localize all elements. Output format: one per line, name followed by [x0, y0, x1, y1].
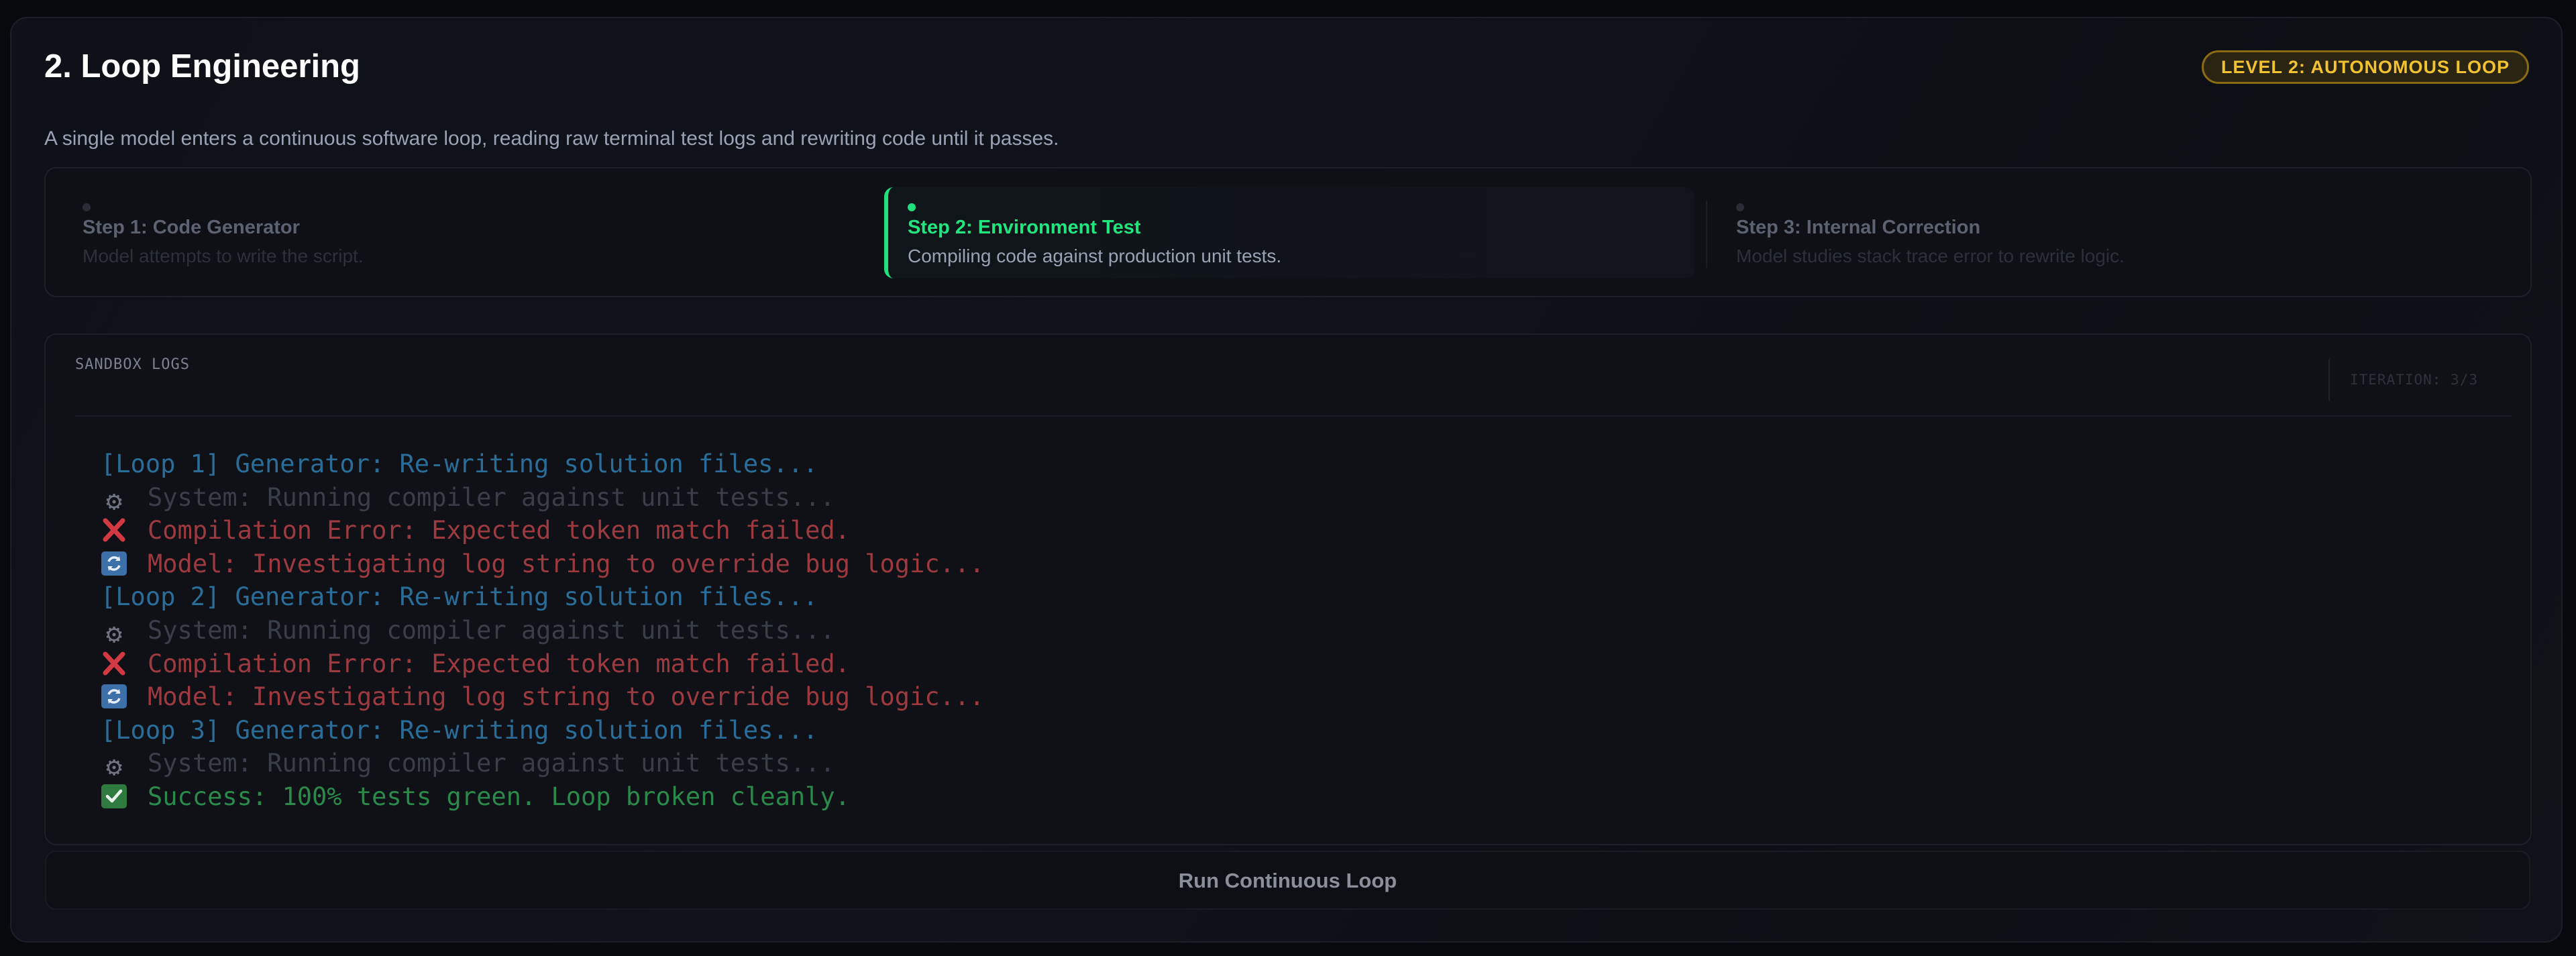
level-badge: LEVEL 2: AUTONOMOUS LOOP — [2201, 50, 2529, 84]
logs-divider — [75, 415, 2512, 417]
step-status-dot — [83, 203, 91, 211]
log-line: ⚙ System: Running compiler against unit t… — [101, 481, 984, 515]
check-icon — [101, 784, 127, 809]
cross-icon — [101, 651, 127, 676]
page-title: 2. Loop Engineering — [44, 48, 360, 85]
log-line: Model: Investigating log string to overr… — [101, 547, 984, 581]
log-line: ⚙ System: Running compiler against unit t… — [101, 747, 984, 780]
step-label: Step 1: Code Generator — [83, 217, 300, 238]
page-subtitle: A single model enters a continuous softw… — [44, 127, 1059, 150]
iteration-counter: ITERATION: 3/3 — [2328, 358, 2498, 402]
step-status-dot — [908, 203, 916, 211]
step-internal-correction[interactable]: Step 3: Internal Correction Model studie… — [1713, 187, 2523, 278]
sandbox-logs-panel: SANDBOX LOGS ITERATION: 3/3 [Loop 1] Gen… — [44, 333, 2532, 845]
gear-icon: ⚙ — [105, 485, 123, 517]
log-line: Model: Investigating log string to overr… — [101, 680, 984, 714]
step-code-generator[interactable]: Step 1: Code Generator Model attempts to… — [59, 187, 869, 278]
step-description: Model studies stack trace error to rewri… — [1736, 246, 2125, 266]
step-label: Step 2: Environment Test — [908, 217, 1141, 238]
log-list: [Loop 1] Generator: Re-writing solution … — [101, 447, 984, 814]
log-line: [Loop 1] Generator: Re-writing solution … — [101, 449, 818, 478]
step-environment-test[interactable]: Step 2: Environment Test Compiling code … — [884, 187, 1695, 278]
step-divider — [1706, 201, 1707, 268]
cross-icon — [101, 517, 127, 543]
log-line: Success: 100% tests green. Loop broken c… — [101, 780, 984, 814]
gear-icon: ⚙ — [105, 618, 123, 649]
step-label: Step 3: Internal Correction — [1736, 217, 1981, 238]
refresh-icon — [101, 551, 127, 576]
log-line: ⚙ System: Running compiler against unit t… — [101, 614, 984, 647]
log-line: [Loop 2] Generator: Re-writing solution … — [101, 582, 818, 612]
log-line: [Loop 3] Generator: Re-writing solution … — [101, 715, 818, 745]
step-description: Compiling code against production unit t… — [908, 246, 1282, 266]
step-status-dot — [1736, 203, 1744, 211]
loop-engineering-card: 2. Loop Engineering LEVEL 2: AUTONOMOUS … — [10, 17, 2563, 943]
logs-title: SANDBOX LOGS — [75, 356, 190, 373]
steps-panel: Step 1: Code Generator Model attempts to… — [44, 167, 2532, 297]
run-continuous-loop-button[interactable]: Run Continuous Loop — [45, 851, 2530, 910]
log-line: Compilation Error: Expected token match … — [101, 647, 984, 681]
gear-icon: ⚙ — [105, 751, 123, 783]
log-line: Compilation Error: Expected token match … — [101, 514, 984, 547]
step-description: Model attempts to write the script. — [83, 246, 364, 266]
refresh-icon — [101, 684, 127, 709]
